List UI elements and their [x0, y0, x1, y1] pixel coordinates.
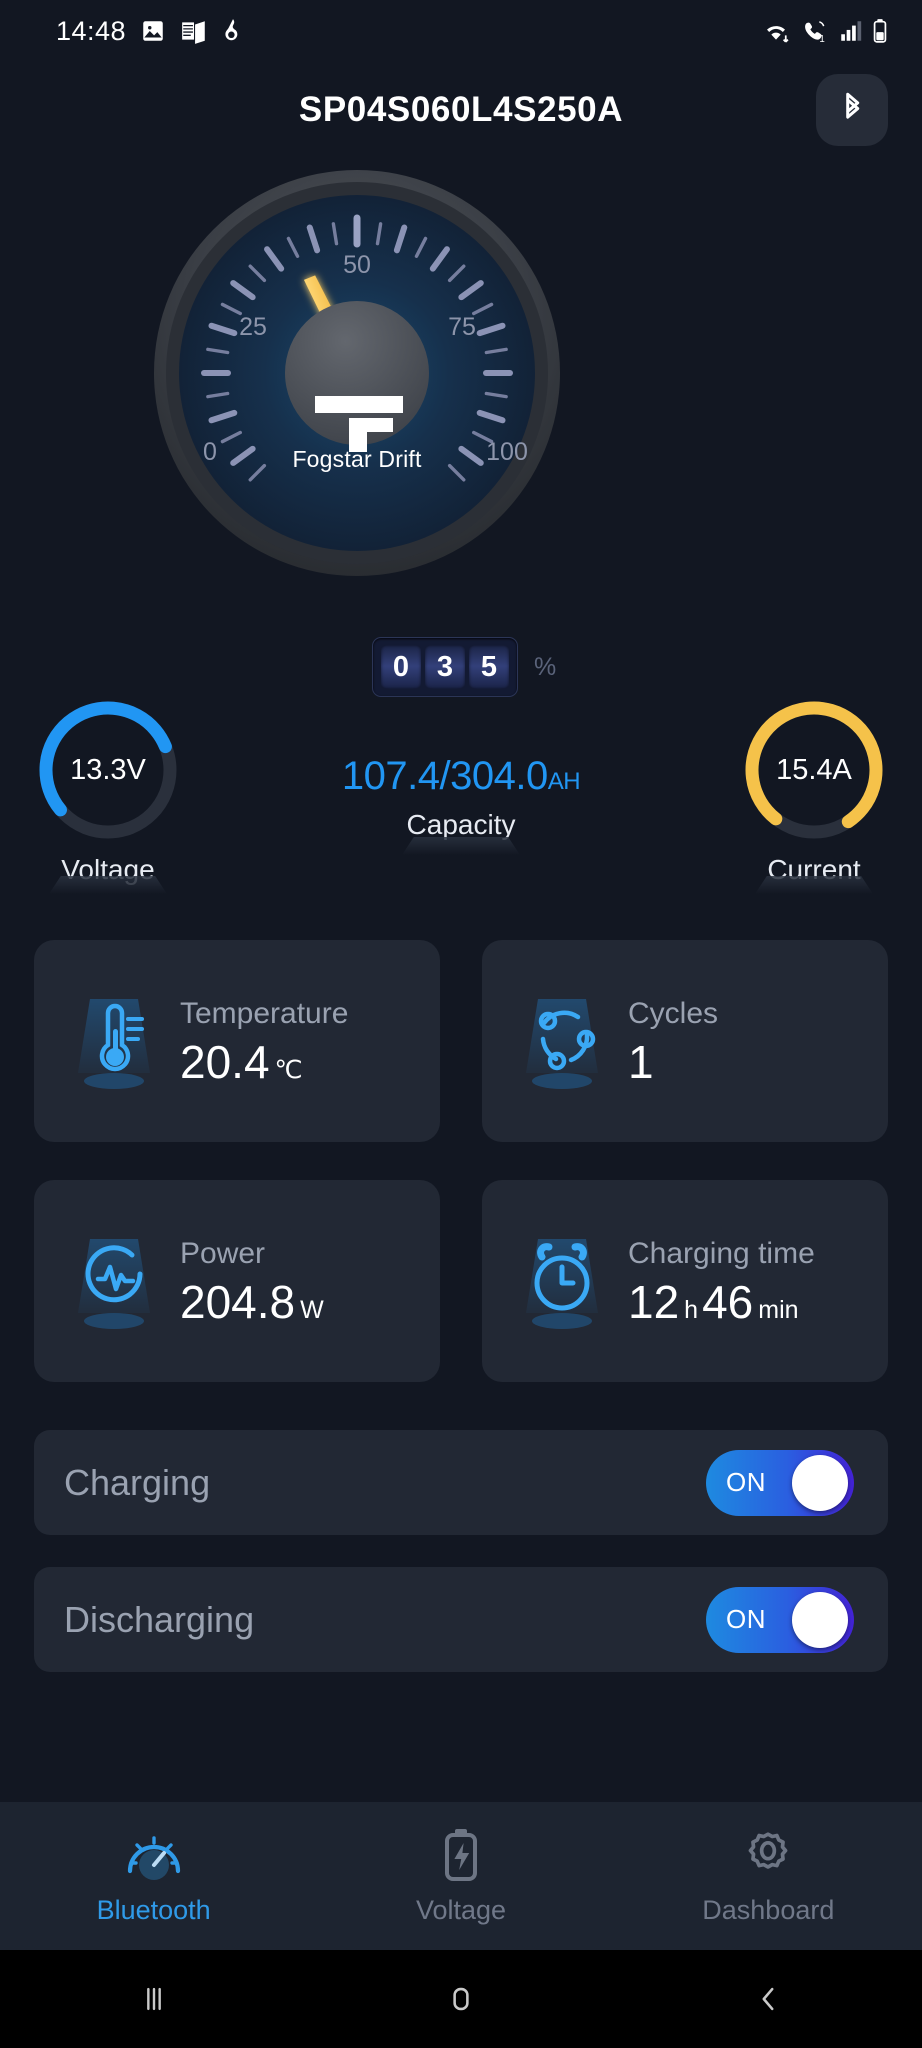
- cycles-card[interactable]: Cycles 1: [482, 940, 888, 1142]
- power-waveform-icon: [60, 1221, 168, 1341]
- status-bar-right: 1: [761, 18, 888, 44]
- discharging-switch[interactable]: ON: [706, 1586, 854, 1653]
- capacity-label: Capacity: [406, 809, 516, 840]
- status-bar: 14:48 1: [0, 0, 922, 62]
- power-label: Power: [180, 1237, 266, 1270]
- battery-icon: [873, 19, 887, 43]
- power-value: 204.8 W: [180, 1276, 324, 1328]
- status-bar-clock: 14:48: [56, 15, 127, 46]
- app-header: SP04S060L4S250A: [0, 62, 922, 158]
- home-button[interactable]: [307, 1982, 614, 2016]
- image-icon: [143, 21, 163, 41]
- discharging-switch-knob[interactable]: [792, 1591, 848, 1648]
- current-pointer: [755, 876, 873, 894]
- odometer-digits: 0 3 5: [372, 637, 518, 697]
- gauge-face: 50 25 75 0 100: [154, 170, 560, 576]
- discharging-toggle-row[interactable]: Discharging ON: [34, 1567, 888, 1672]
- status-bar-left: 14:48: [56, 16, 244, 47]
- current-value: 15.4A: [776, 753, 852, 786]
- toggle-section: Charging ON Discharging ON: [0, 1430, 922, 1704]
- odometer-digit: 3: [425, 645, 465, 689]
- charging-time-card[interactable]: Charging time 12 h 46 min: [482, 1180, 888, 1382]
- gauge-tick-100: 100: [486, 438, 528, 466]
- bottom-navigation: Bluetooth Voltage Dashboard: [0, 1802, 922, 1950]
- speedometer-icon: [127, 1835, 180, 1880]
- gauge-tick-50: 50: [343, 251, 371, 279]
- cycles-value: 1: [628, 1036, 654, 1088]
- app-icon: [225, 19, 238, 41]
- charging-toggle-label: Charging: [64, 1461, 211, 1503]
- gauge-tick-75: 75: [448, 313, 476, 341]
- gear-icon: [748, 1831, 788, 1869]
- charging-time-value: 12 h 46 min: [628, 1276, 799, 1328]
- call-icon: 1: [805, 21, 825, 44]
- capacity-value: 107.4/304.0AH: [341, 754, 581, 798]
- nav-label-dashboard: Dashboard: [702, 1894, 835, 1925]
- thermometer-icon: [60, 981, 168, 1101]
- voltage-meter: 13.3V Voltage: [28, 690, 188, 894]
- app-root: 14:48 1 SP04S060L4S250A 50 25 75 0 100 F…: [0, 0, 922, 2048]
- nav-item-bluetooth[interactable]: Bluetooth: [0, 1802, 307, 1950]
- meter-row: 13.3V Voltage 107.4/304.0AH Capacity 15.…: [0, 690, 922, 894]
- capacity-meter: 107.4/304.0AH Capacity: [231, 754, 691, 855]
- capacity-pointer: [402, 837, 520, 855]
- nav-item-voltage[interactable]: Voltage: [307, 1802, 614, 1950]
- cycles-icon: [508, 981, 616, 1101]
- odometer-digit: 0: [381, 645, 421, 689]
- stat-card-row: Power 204.8 W Charging time 12 h 46 min: [0, 1180, 922, 1382]
- percent-symbol: %: [534, 652, 557, 681]
- bluetooth-icon: [846, 92, 860, 119]
- charging-switch-state: ON: [726, 1467, 766, 1497]
- recents-button[interactable]: [0, 1982, 307, 2016]
- current-meter: 15.4A Current: [734, 690, 894, 894]
- nav-label-bluetooth: Bluetooth: [96, 1894, 211, 1925]
- signal-icon: [841, 21, 862, 41]
- stat-card-row: Temperature 20.4 ℃ Cycles 1: [0, 940, 922, 1142]
- discharging-switch-state: ON: [726, 1604, 766, 1634]
- battery-bolt-icon: [444, 1828, 477, 1881]
- temperature-label: Temperature: [180, 997, 349, 1030]
- capacity-unit: AH: [547, 768, 581, 795]
- charging-switch[interactable]: ON: [706, 1449, 854, 1516]
- system-navigation-bar: [0, 1950, 922, 2048]
- voltage-pointer: [49, 876, 167, 894]
- temperature-card[interactable]: Temperature 20.4 ℃: [34, 940, 440, 1142]
- temperature-value: 20.4 ℃: [180, 1036, 303, 1088]
- home-icon: [453, 1987, 469, 2011]
- voltage-value: 13.3V: [70, 753, 146, 786]
- power-unit: W: [300, 1296, 324, 1324]
- news-icon: [182, 21, 205, 44]
- power-card[interactable]: Power 204.8 W: [34, 1180, 440, 1382]
- back-icon: [762, 1987, 774, 2011]
- alarm-clock-icon: [508, 1221, 616, 1341]
- nav-label-voltage: Voltage: [415, 1894, 507, 1925]
- odometer-digit: 5: [469, 645, 509, 689]
- cycles-label: Cycles: [628, 997, 719, 1030]
- charging-time-label: Charging time: [628, 1237, 815, 1270]
- wifi-icon: [767, 26, 789, 43]
- svg-text:1: 1: [819, 34, 824, 44]
- charging-switch-knob[interactable]: [792, 1454, 848, 1511]
- gauge-tick-0: 0: [203, 438, 217, 466]
- soc-gauge: 50 25 75 0 100 Fogstar Drift: [152, 168, 562, 578]
- charging-toggle-row[interactable]: Charging ON: [34, 1430, 888, 1535]
- back-button[interactable]: [615, 1982, 922, 2016]
- charging-time-minutes: 46: [702, 1276, 754, 1328]
- discharging-toggle-label: Discharging: [64, 1598, 255, 1640]
- recents-icon: [146, 1987, 161, 2011]
- nav-item-dashboard[interactable]: Dashboard: [615, 1802, 922, 1950]
- soc-odometer: 0 3 5 %: [372, 637, 556, 697]
- gauge-tick-25: 25: [239, 313, 267, 341]
- stat-cards: Temperature 20.4 ℃ Cycles 1 Power 204.8 …: [0, 940, 922, 1420]
- charging-time-unit-hours: h: [684, 1296, 699, 1324]
- temperature-unit: ℃: [274, 1056, 303, 1084]
- bluetooth-button[interactable]: [816, 74, 888, 146]
- charging-time-unit-minutes: min: [758, 1296, 799, 1324]
- page-title: SP04S060L4S250A: [298, 90, 624, 129]
